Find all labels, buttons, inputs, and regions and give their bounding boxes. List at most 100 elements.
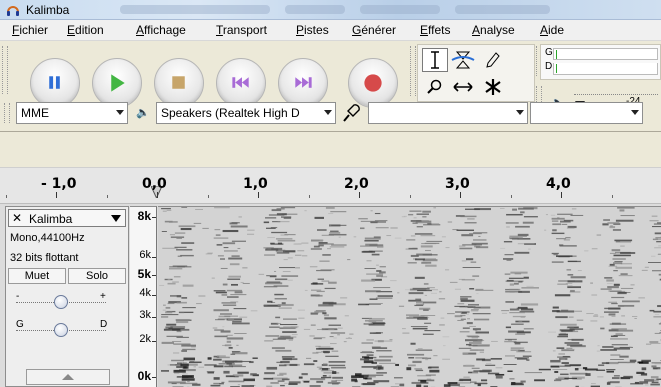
spectrogram-streak [569,364,582,367]
spectrogram-streak [482,369,492,372]
spectrogram-streak [310,324,316,326]
ruler-label: 4,0 [546,176,571,192]
spectrogram-streak [272,338,286,340]
menu-affichage[interactable]: Affichage [136,23,186,37]
pan-slider[interactable]: G D [16,319,114,337]
spectrogram-streak [242,267,248,269]
frequency-scale[interactable]: 8k 6k 5k 4k 3k 2k 0k [130,206,157,387]
spectrogram-streak [646,343,652,345]
spectrogram-streak [610,354,621,356]
spectrogram-streak [470,261,477,263]
spectrogram-streak [298,376,303,379]
spectrogram-streak [330,230,339,232]
spectrogram-streak [552,306,559,309]
menu-analyse[interactable]: Analyse [472,23,515,37]
zoom-tool-icon[interactable] [422,75,448,99]
toolbar-grip[interactable] [410,46,416,96]
gain-slider[interactable]: - + [16,291,114,309]
spectrogram-streak [524,372,542,374]
selection-tool-icon[interactable] [422,48,448,72]
spectrogram-streak [227,318,235,321]
draw-tool-icon[interactable] [480,48,506,72]
timeline-ruler[interactable]: - 1,00,01,02,03,04,05 [0,167,661,204]
ruler-minor-tick [106,195,108,198]
spectrogram-streak [423,224,441,226]
spectrogram-streak [439,291,442,293]
menu-pistes[interactable]: Pistes [296,23,329,37]
spectrogram-streak [314,337,326,339]
spectrogram-streak [515,225,530,228]
spectrogram-streak [471,367,480,369]
spectrogram-streak [222,344,227,346]
spectrogram-streak [567,339,574,341]
spectrogram-streak [422,216,427,218]
spectrogram-streak [193,222,202,224]
input-device-select[interactable] [368,102,528,124]
spectrogram-streak [181,349,187,352]
toolbar-grip[interactable] [4,103,10,123]
menu-fichier[interactable]: Fichier [12,23,48,37]
spectrogram-streak [282,271,291,273]
spectrogram-streak [508,339,512,341]
spectrogram-streak [337,334,340,336]
menu-effets[interactable]: Effets [420,23,450,37]
spectrogram-streak [322,368,329,371]
spectrogram-streak [163,304,166,306]
spectrogram-streak [167,302,175,305]
pan-slider-thumb[interactable] [54,323,68,337]
audio-host-select[interactable]: MME [16,102,128,124]
track-name-menu[interactable]: ✕ Kalimba [8,209,126,227]
spectrogram-streak [182,375,194,379]
solo-button[interactable]: Solo [68,268,126,284]
spectrogram-streak [417,348,423,350]
input-channels-select[interactable] [530,102,643,124]
spectrogram-streak [657,305,661,308]
spectrogram-streak [466,258,474,261]
chevron-down-icon [324,110,332,115]
envelope-tool-icon[interactable] [450,48,476,72]
spectrogram-streak [332,371,337,374]
time-shift-tool-icon[interactable] [450,75,476,99]
spectrogram-streak [390,280,397,282]
mute-button[interactable]: Muet [8,268,66,284]
close-track-icon[interactable]: ✕ [12,211,22,225]
spectrogram-streak [610,225,613,227]
gain-slider-thumb[interactable] [54,295,68,309]
collapse-track-icon[interactable] [26,369,110,385]
spectrogram-streak [283,358,298,361]
spectrogram-view[interactable] [158,206,661,387]
menu-aide[interactable]: Aide [540,23,564,37]
spectrogram-streak [301,255,308,257]
spectrogram-streak [333,337,337,339]
spectrogram-streak [221,302,236,304]
spectrogram-streak [231,240,246,242]
spectrogram-streak [198,295,206,297]
spectrogram-streak [509,291,515,293]
spectrogram-streak [654,247,661,249]
level-meter[interactable]: G D [540,44,661,80]
menu-edition[interactable]: Edition [67,23,104,37]
spectrogram-streak [623,375,633,379]
multi-tool-icon[interactable] [480,75,506,99]
spectrogram-streak [368,303,383,304]
spectrogram-streak [279,267,295,269]
spectrogram-streak [427,289,432,291]
spectrogram-streak [630,284,635,286]
spectrogram-streak [161,231,167,232]
menu-transport[interactable]: Transport [216,23,267,37]
spectrogram-streak [162,210,167,212]
output-device-select[interactable]: Speakers (Realtek High D [156,102,336,124]
spectrogram-streak [462,244,477,246]
spectrogram-streak [229,263,240,266]
spectrogram-streak [271,231,288,234]
menu-generer[interactable]: Générer [352,23,396,37]
spectrogram-streak [250,373,257,376]
spectrogram-streak [275,316,281,319]
spectrogram-streak [371,253,380,256]
spectrogram-streak [225,360,235,363]
spectrogram-streak [276,238,293,240]
spectrogram-streak [466,313,469,315]
spectrogram-streak [416,300,423,303]
spectrogram-streak [162,309,167,311]
chevron-down-icon [516,110,524,115]
